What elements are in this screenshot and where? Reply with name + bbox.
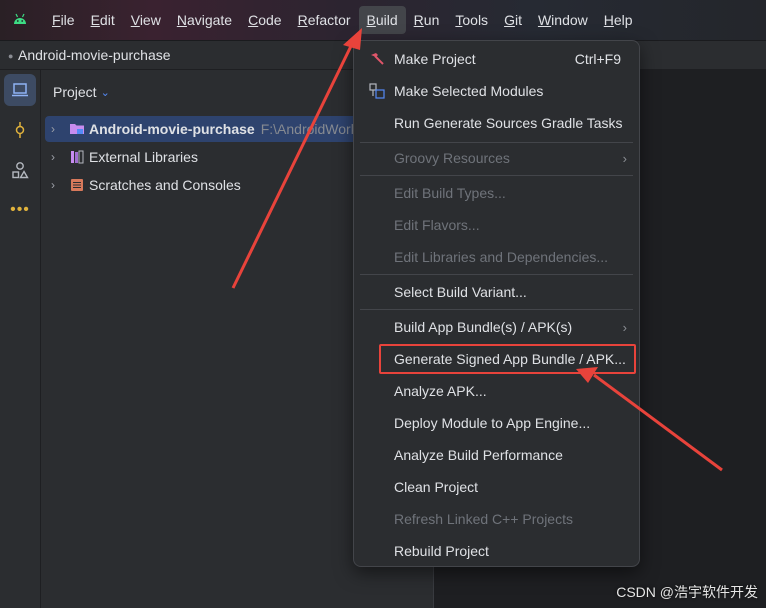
menu-item-label: Refresh Linked C++ Projects: [394, 511, 573, 527]
menu-run[interactable]: Run: [406, 6, 448, 34]
make-modules-icon: [369, 83, 385, 99]
menu-item-label: Run Generate Sources Gradle Tasks: [394, 115, 623, 131]
structure-tool-button[interactable]: [4, 154, 36, 186]
menu-refactor[interactable]: Refactor: [290, 6, 359, 34]
build-menu-dropdown: Make Project Ctrl+F9 Make Selected Modul…: [353, 40, 640, 567]
menu-item-label: Make Project: [394, 51, 476, 67]
menu-item-label: Clean Project: [394, 479, 479, 495]
project-view-selector[interactable]: Project ⌄: [53, 84, 110, 100]
expand-arrow-icon[interactable]: ›: [51, 178, 65, 192]
menu-separator: [360, 309, 633, 310]
tree-path: F:\AndroidWorkS: [260, 121, 368, 137]
menu-item-build-app-bundle[interactable]: Build App Bundle(s) / APK(s) ›: [360, 312, 633, 342]
menu-item-label: Rebuild Project: [394, 543, 489, 559]
menu-item-make-selected-modules[interactable]: Make Selected Modules: [360, 76, 633, 106]
menu-item-run-generate-sources[interactable]: Run Generate Sources Gradle Tasks: [360, 108, 633, 138]
menu-file[interactable]: File: [44, 6, 83, 34]
tool-window-strip: •••: [0, 70, 41, 608]
scratches-icon: [71, 179, 83, 191]
commit-icon: [15, 122, 25, 138]
menu-git[interactable]: Git: [496, 6, 530, 34]
menu-item-label: Select Build Variant...: [394, 284, 527, 300]
watermark: CSDN @浩宇软件开发: [616, 584, 758, 600]
menu-item-groovy-resources[interactable]: Groovy Resources ›: [360, 143, 633, 173]
menu-code[interactable]: Code: [240, 6, 289, 34]
menu-separator: [360, 175, 633, 176]
menu-edit[interactable]: Edit: [83, 6, 123, 34]
expand-arrow-icon[interactable]: ›: [51, 122, 65, 136]
menu-item-clean-project[interactable]: Clean Project: [360, 472, 633, 502]
menu-item-refresh-linked-cpp[interactable]: Refresh Linked C++ Projects: [360, 504, 633, 534]
module-folder-icon: [70, 124, 84, 134]
menu-item-label: Analyze APK...: [394, 383, 487, 399]
tree-label: Scratches and Consoles: [89, 177, 241, 193]
menu-navigate[interactable]: Navigate: [169, 6, 240, 34]
panel-title: Project: [53, 84, 97, 100]
menu-item-label: Edit Build Types...: [394, 185, 506, 201]
menu-view[interactable]: View: [123, 6, 169, 34]
menu-item-rebuild-project[interactable]: Rebuild Project: [360, 536, 633, 566]
library-icon: [71, 150, 84, 164]
menu-item-edit-flavors[interactable]: Edit Flavors...: [360, 210, 633, 240]
menu-item-make-project[interactable]: Make Project Ctrl+F9: [360, 44, 633, 74]
breadcrumb-dot-icon: ●: [8, 51, 14, 61]
menu-window[interactable]: Window: [530, 6, 596, 34]
menu-item-analyze-apk[interactable]: Analyze APK...: [360, 376, 633, 406]
menu-item-select-build-variant[interactable]: Select Build Variant...: [360, 277, 633, 307]
chevron-down-icon: ⌄: [100, 86, 110, 99]
more-dots-icon: •••: [10, 201, 30, 218]
menu-build[interactable]: Build: [358, 6, 406, 34]
expand-arrow-icon[interactable]: ›: [51, 150, 65, 164]
menu-separator: [360, 274, 633, 275]
tree-label: Android-movie-purchase: [89, 121, 255, 137]
tree-label: External Libraries: [89, 149, 198, 165]
menu-item-label: Analyze Build Performance: [394, 447, 563, 463]
menu-item-analyze-build-performance[interactable]: Analyze Build Performance: [360, 440, 633, 470]
title-bar: File Edit View Navigate Code Refactor Bu…: [0, 0, 766, 41]
commit-tool-button[interactable]: [4, 114, 36, 146]
project-tool-button[interactable]: [4, 74, 36, 106]
laptop-icon: [12, 83, 28, 97]
breadcrumb-project[interactable]: Android-movie-purchase: [18, 47, 171, 63]
submenu-arrow-icon: ›: [622, 150, 627, 166]
menu-tools[interactable]: Tools: [447, 6, 496, 34]
menu-item-deploy-module[interactable]: Deploy Module to App Engine...: [360, 408, 633, 438]
menu-item-label: Make Selected Modules: [394, 83, 544, 99]
menu-item-edit-build-types[interactable]: Edit Build Types...: [360, 178, 633, 208]
annotation-highlight-box: [379, 344, 636, 374]
structure-shapes-icon: [12, 162, 29, 179]
submenu-arrow-icon: ›: [622, 319, 627, 335]
menu-item-label: Edit Libraries and Dependencies...: [394, 249, 609, 265]
menu-item-shortcut: Ctrl+F9: [574, 51, 621, 67]
menu-item-label: Build App Bundle(s) / APK(s): [394, 319, 573, 335]
menu-help[interactable]: Help: [596, 6, 641, 34]
more-tools-button[interactable]: •••: [4, 194, 36, 226]
menu-item-label: Edit Flavors...: [394, 217, 480, 233]
menu-item-edit-libraries[interactable]: Edit Libraries and Dependencies...: [360, 242, 633, 272]
menu-item-label: Deploy Module to App Engine...: [394, 415, 591, 431]
android-logo-icon: [14, 13, 26, 24]
menu-item-label: Groovy Resources: [394, 150, 510, 166]
hammer-icon: [371, 53, 384, 65]
menu-bar: File Edit View Navigate Code Refactor Bu…: [44, 6, 641, 34]
